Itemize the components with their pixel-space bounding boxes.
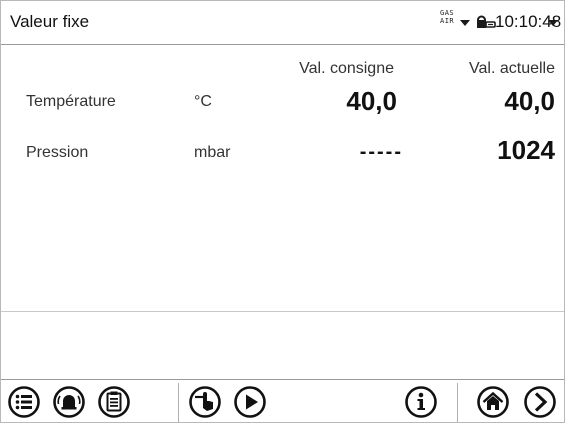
- toolbar-separator: [457, 383, 458, 422]
- setpoint-value[interactable]: 40,0: [346, 86, 397, 117]
- gas-label: GAS: [440, 9, 455, 17]
- info-button[interactable]: [404, 385, 438, 419]
- air-label: AIR: [440, 17, 455, 25]
- remote-lock-icon: [477, 15, 496, 28]
- touch-button[interactable]: [188, 385, 222, 419]
- clipboard-button[interactable]: [97, 385, 131, 419]
- home-button[interactable]: [476, 385, 510, 419]
- toolbar-separator: [178, 383, 179, 422]
- row-unit: °C: [194, 93, 212, 110]
- column-header-actual: Val. actuelle: [469, 60, 555, 77]
- menu-button[interactable]: [7, 385, 41, 419]
- gas-air-indicator[interactable]: GAS AIR: [440, 9, 454, 25]
- play-icon: [234, 386, 266, 418]
- menu-icon: [8, 386, 40, 418]
- next-button[interactable]: [523, 385, 557, 419]
- actual-value: 40,0: [504, 86, 555, 116]
- controller-screen: Valeur fixe GAS AIR 10:10:48 Val. consig…: [0, 0, 565, 423]
- touch-icon: [189, 386, 221, 418]
- info-icon: [405, 386, 437, 418]
- bottom-toolbar: [1, 381, 564, 422]
- row-label: Température: [26, 93, 116, 110]
- next-icon: [524, 386, 556, 418]
- alarm-button[interactable]: [52, 385, 86, 419]
- column-header-setpoint: Val. consigne: [299, 60, 394, 77]
- home-icon: [477, 386, 509, 418]
- clock-dropdown-chevron-icon[interactable]: [548, 20, 558, 26]
- clipboard-icon: [98, 386, 130, 418]
- play-button[interactable]: [233, 385, 267, 419]
- gas-dropdown-chevron-icon[interactable]: [460, 20, 470, 26]
- divider: [1, 379, 564, 380]
- row-unit: mbar: [194, 144, 231, 161]
- alarm-icon: [53, 386, 85, 418]
- actual-value: 1024: [497, 135, 555, 165]
- setpoint-value[interactable]: -----: [360, 141, 403, 164]
- row-label: Pression: [26, 144, 89, 161]
- divider: [1, 311, 564, 312]
- header-bar: Valeur fixe GAS AIR 10:10:48: [1, 1, 564, 45]
- page-title: Valeur fixe: [10, 12, 90, 31]
